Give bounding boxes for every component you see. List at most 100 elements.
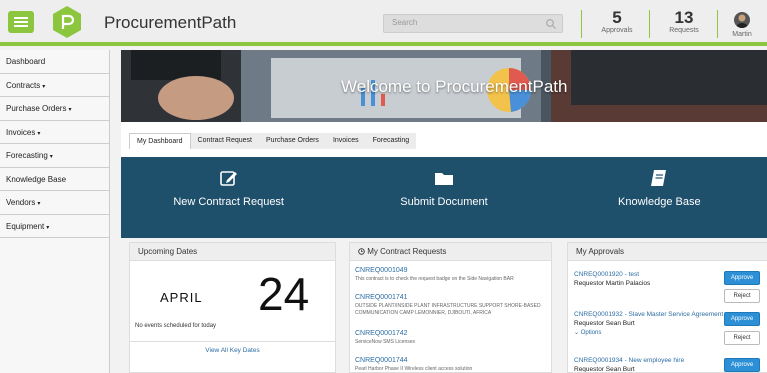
action-label: Knowledge Base <box>618 196 701 208</box>
approval-item: CNREQ0001934 - New employee hire Request… <box>574 357 724 373</box>
approval-id[interactable]: CNREQ0001920 - test <box>574 271 724 279</box>
tab-forecasting[interactable]: Forecasting <box>366 133 417 149</box>
user-name[interactable]: Martin <box>726 31 758 38</box>
caret-down-icon: ▾ <box>46 224 50 231</box>
contract-request-id[interactable]: CNREQ0001744 <box>355 357 550 364</box>
dashboard-tabs: My Dashboard Contract Request Purchase O… <box>121 122 767 157</box>
approve-button[interactable]: Approve <box>724 312 760 326</box>
approval-item: CNREQ0001932 - Slave Master Service Agre… <box>574 311 724 336</box>
sidebar-item-equipment[interactable]: Equipment ▾ <box>0 215 109 238</box>
sidebar-item-label: Dashboard <box>6 57 46 66</box>
approval-item: CNREQ0001920 - test Requestor Martin Pal… <box>574 271 724 287</box>
header-divider <box>581 10 582 38</box>
sidebar-item-dashboard[interactable]: Dashboard <box>0 50 109 74</box>
tab-invoices[interactable]: Invoices <box>326 133 366 149</box>
approval-requestor: Requestor Sean Burt <box>574 366 635 373</box>
sidebar-item-knowledge-base[interactable]: Knowledge Base <box>0 168 109 191</box>
sidebar-item-vendors[interactable]: Vendors ▾ <box>0 191 109 215</box>
sidebar-item-label: Contracts <box>6 80 41 90</box>
logo-icon <box>53 6 81 38</box>
tab-contract-request[interactable]: Contract Request <box>191 133 259 149</box>
new-contract-request-button[interactable]: New Contract Request <box>121 157 336 238</box>
caret-down-icon: ▾ <box>42 83 46 90</box>
options-label: Options <box>580 330 602 336</box>
contract-request-desc: ServiceNow SMS Licenses <box>355 339 416 345</box>
knowledge-base-button[interactable]: Knowledge Base <box>552 157 767 238</box>
caret-down-icon: ▾ <box>68 107 72 113</box>
no-events-text: No events scheduled for today <box>135 323 217 329</box>
book-icon <box>651 170 667 186</box>
welcome-banner: Welcome to ProcurementPath <box>121 50 767 122</box>
contract-requests-panel: My Contract Requests CNREQ0001049 This c… <box>349 242 552 373</box>
caret-down-icon: ▾ <box>49 154 53 160</box>
approvals-panel: My Approvals CNREQ0001920 - test Request… <box>567 242 767 373</box>
action-label: New Contract Request <box>173 196 284 208</box>
approvals-counter[interactable]: 5 Approvals <box>588 8 646 34</box>
hamburger-menu-icon[interactable] <box>8 11 34 33</box>
search-icon[interactable] <box>545 18 557 30</box>
search-input[interactable]: Search <box>383 14 563 33</box>
approval-id[interactable]: CNREQ0001932 - Slave Master Service Agre… <box>574 311 724 319</box>
sidebar-item-purchase-orders[interactable]: Purchase Orders ▾ <box>0 97 109 121</box>
requests-count: 13 <box>674 8 694 27</box>
sidebar-item-label: Purchase Orders <box>6 104 67 113</box>
upcoming-dates-panel: Upcoming Dates APRIL 24 No events schedu… <box>129 242 336 373</box>
caret-down-icon: ▾ <box>37 130 41 137</box>
app-header: ProcurementPath Search 5 Approvals 13 Re… <box>0 0 767 46</box>
contract-request-id[interactable]: CNREQ0001741 <box>355 294 550 301</box>
sidebar-nav: Dashboard Contracts ▾ Purchase Orders ▾ In… <box>0 50 110 373</box>
requests-counter[interactable]: 13 Requests <box>655 8 713 34</box>
contract-request-item[interactable]: CNREQ0001741 OUTSIDE PLANT/INSIDE PLANT … <box>355 294 550 317</box>
sidebar-item-forecasting[interactable]: Forecasting ▾ <box>0 144 109 168</box>
sidebar-item-contracts[interactable]: Contracts ▾ <box>0 74 109 97</box>
approvals-label: Approvals <box>601 27 633 34</box>
tab-purchase-orders[interactable]: Purchase Orders <box>259 133 326 149</box>
clock-icon <box>358 248 365 255</box>
contract-request-id[interactable]: CNREQ0001049 <box>355 267 550 274</box>
sidebar-item-label: Vendors <box>6 198 36 207</box>
approval-requestor: Requestor Sean Burt <box>574 320 635 327</box>
approve-button[interactable]: Approve <box>724 271 760 285</box>
caret-down-icon: ▾ <box>37 201 41 207</box>
sidebar-item-invoices[interactable]: Invoices ▾ <box>0 121 109 144</box>
sidebar-item-label: Forecasting <box>6 151 48 160</box>
edit-icon <box>219 171 237 186</box>
contract-request-item[interactable]: CNREQ0001049 This contract is to check t… <box>355 267 550 283</box>
submit-document-button[interactable]: Submit Document <box>336 157 551 238</box>
approve-button[interactable]: Approve <box>724 358 760 372</box>
avatar[interactable] <box>734 12 750 28</box>
chevron-down-icon: ⌄ <box>574 330 580 336</box>
tab-bar: My Dashboard Contract Request Purchase O… <box>129 133 417 149</box>
header-divider <box>717 10 718 38</box>
sidebar-item-label: Knowledge Base <box>6 174 67 184</box>
calendar-month: APRIL <box>160 290 203 305</box>
approval-id[interactable]: CNREQ0001934 - New employee hire <box>574 357 724 365</box>
tab-my-dashboard[interactable]: My Dashboard <box>129 133 191 149</box>
approvals-count: 5 <box>612 8 622 27</box>
contract-request-desc: Pearl Harbor Phase II Wireless client ac… <box>355 366 473 372</box>
sidebar-item-label: Equipment <box>6 221 45 231</box>
contract-request-item[interactable]: CNREQ0001742 ServiceNow SMS Licenses <box>355 330 550 346</box>
view-all-key-dates-link[interactable]: View All Key Dates <box>130 341 335 359</box>
search-placeholder: Search <box>392 18 418 27</box>
contract-request-desc: OUTSIDE PLANT/INSIDE PLANT INFRASTRUCTUR… <box>355 303 541 316</box>
panel-title: My Approvals <box>568 243 767 261</box>
sidebar-item-label: Invoices <box>6 127 36 137</box>
folder-icon <box>434 173 453 185</box>
brand-title: ProcurementPath <box>104 13 237 32</box>
reject-button[interactable]: Reject <box>724 289 760 303</box>
calendar-day: 24 <box>258 268 310 320</box>
panel-title: Upcoming Dates <box>130 243 335 261</box>
requests-label: Requests <box>669 27 699 34</box>
header-divider <box>649 10 650 38</box>
reject-button[interactable]: Reject <box>724 331 760 345</box>
quick-actions: New Contract Request Submit Document Kno… <box>121 157 767 238</box>
action-label: Submit Document <box>400 196 488 208</box>
options-toggle[interactable]: ⌄ Options <box>574 329 724 336</box>
user-icon <box>736 14 748 28</box>
contract-request-item[interactable]: CNREQ0001744 Pearl Harbor Phase II Wirel… <box>355 357 550 372</box>
contract-request-id[interactable]: CNREQ0001742 <box>355 330 550 337</box>
panel-title: My Contract Requests <box>367 247 447 256</box>
panel-header: My Contract Requests <box>350 243 551 261</box>
banner-title: Welcome to ProcurementPath <box>341 77 568 96</box>
